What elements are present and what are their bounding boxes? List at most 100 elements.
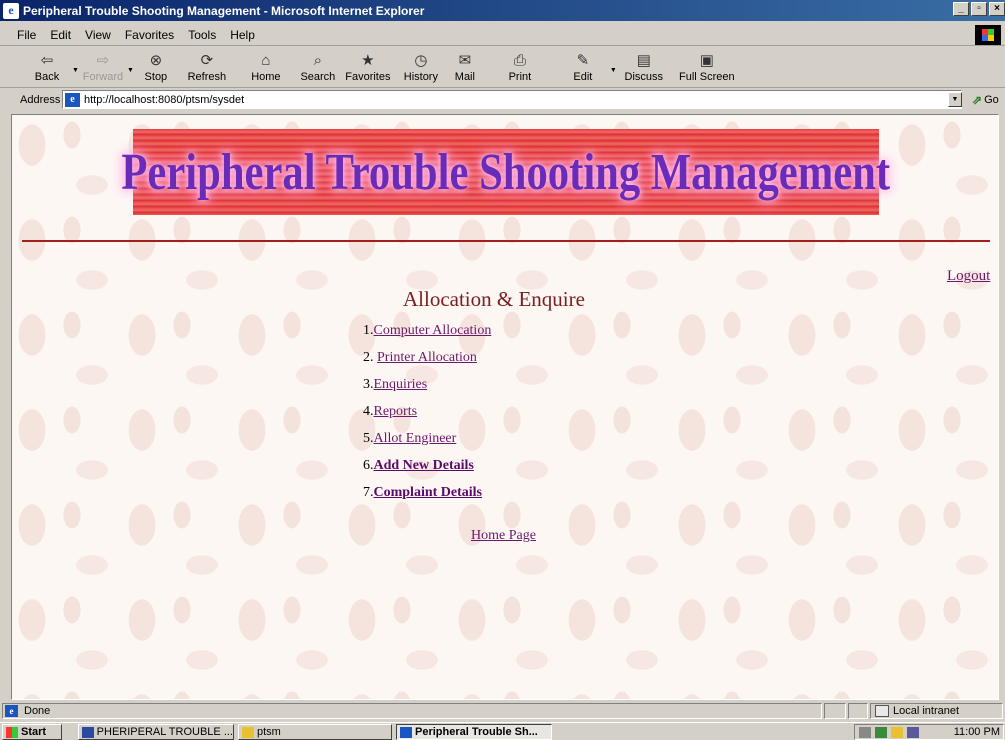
taskbar-item-word[interactable]: PHERIPERAL TROUBLE ... xyxy=(78,724,234,740)
menu-help[interactable]: Help xyxy=(223,28,262,42)
toolbar-button-label: Forward xyxy=(82,71,124,83)
vertical-scrollbar[interactable] xyxy=(999,114,1005,700)
menu-list-item: 6.Add New Details xyxy=(363,458,491,485)
windows-flag-icon xyxy=(6,726,18,738)
toolbar-button-label: Edit xyxy=(573,71,593,83)
back-arrow-icon: ⇦ xyxy=(40,52,54,69)
logout-link[interactable]: Logout xyxy=(947,268,990,285)
menu-link-printer-allocation[interactable]: Printer Allocation xyxy=(377,350,477,365)
menu-list-item: 7.Complaint Details xyxy=(363,485,491,512)
go-label: Go xyxy=(984,94,999,106)
menu-list-item: 1.Computer Allocation xyxy=(363,323,491,350)
go-button[interactable]: ⇗ Go xyxy=(972,93,999,107)
address-input[interactable]: e http://localhost:8080/ptsm/sysdet xyxy=(62,90,962,109)
discuss-icon: ▤ xyxy=(636,52,651,69)
toolbar-history-button[interactable]: ◷ History xyxy=(396,49,446,87)
taskbar-item-browser[interactable]: Peripheral Trouble Sh... xyxy=(396,724,552,740)
toolbar-forward-button[interactable]: ⇨ Forward xyxy=(79,49,127,87)
edit-icon: ✎ xyxy=(576,52,590,69)
toolbar-button-label: Discuss xyxy=(624,71,664,83)
menu-item-number: 7. xyxy=(363,485,374,500)
toolbar-edit-button[interactable]: ✎ Edit xyxy=(556,49,610,87)
banner-title: Peripheral Trouble Shooting Management xyxy=(121,143,891,201)
toolbar-button-label: Stop xyxy=(144,71,168,83)
toolbar-search-button[interactable]: ⌕ Search xyxy=(296,49,340,87)
banner: Peripheral Trouble Shooting Management xyxy=(122,129,890,215)
toolbar-discuss-button[interactable]: ▤ Discuss xyxy=(617,49,671,87)
status-cell xyxy=(848,703,868,719)
toolbar-stop-button[interactable]: ⊗ Stop xyxy=(134,49,178,87)
status-page-icon: e xyxy=(5,705,18,717)
tray-app-icon[interactable] xyxy=(907,726,919,738)
menu-item-number: 3. xyxy=(363,377,374,392)
toolbar-button-label: Full Screen xyxy=(678,71,735,83)
menu-bar: File Edit View Favorites Tools Help xyxy=(0,24,1005,46)
menu-list: 1.Computer Allocation 2. Printer Allocati… xyxy=(363,323,491,512)
menu-link-add-new-details[interactable]: Add New Details xyxy=(374,458,474,473)
warning-icon[interactable] xyxy=(891,726,903,738)
menu-link-reports[interactable]: Reports xyxy=(374,404,418,419)
menu-edit[interactable]: Edit xyxy=(43,28,78,42)
toolbar-full-screen-button[interactable]: ▣ Full Screen xyxy=(671,49,743,87)
window-title: Peripheral Trouble Shooting Management -… xyxy=(23,3,425,18)
menu-favorites[interactable]: Favorites xyxy=(118,28,181,42)
network-icon[interactable] xyxy=(875,726,887,738)
menu-file[interactable]: File xyxy=(10,28,43,42)
system-tray: 11:00 PM xyxy=(854,724,1004,740)
menu-list-item: 5.Allot Engineer xyxy=(363,431,491,458)
toolbar-button-label: Print xyxy=(508,71,532,83)
menu-link-enquiries[interactable]: Enquiries xyxy=(374,377,428,392)
window-titlebar[interactable]: e Peripheral Trouble Shooting Management… xyxy=(0,0,1005,21)
menu-list-item: 3.Enquiries xyxy=(363,377,491,404)
toolbar-button-label: Search xyxy=(300,71,336,83)
toolbar-button-label: Home xyxy=(251,71,281,83)
zone-label: Local intranet xyxy=(893,705,960,717)
menu-view[interactable]: View xyxy=(78,28,118,42)
start-button[interactable]: Start xyxy=(2,724,62,740)
ie-icon xyxy=(400,726,412,738)
menu-link-computer-allocation[interactable]: Computer Allocation xyxy=(374,323,492,338)
menu-item-number: 6. xyxy=(363,458,374,473)
status-cell xyxy=(824,703,846,719)
menu-item-number: 4. xyxy=(363,404,374,419)
maximize-button[interactable]: ▫ xyxy=(971,2,987,16)
toolbar-button-label: Favorites xyxy=(345,71,391,83)
toolbar-favorites-button[interactable]: ★ Favorites xyxy=(340,49,396,87)
toolbar-mail-button[interactable]: ✉ Mail xyxy=(446,49,484,87)
menu-item-number: 5. xyxy=(363,431,374,446)
taskbar-item-label: PHERIPERAL TROUBLE ... xyxy=(96,726,233,738)
toolbar-dropdown-arrow-icon[interactable]: ▼ xyxy=(72,67,79,74)
menu-list-item: 2. Printer Allocation xyxy=(363,350,491,377)
clock: 11:00 PM xyxy=(953,726,1000,738)
local-intranet-icon xyxy=(875,705,889,717)
toolbar-dropdown-arrow-icon[interactable]: ▼ xyxy=(610,67,617,74)
taskbar-item-label: Peripheral Trouble Sh... xyxy=(415,726,538,738)
minimize-button[interactable]: _ xyxy=(953,2,969,16)
menu-tools[interactable]: Tools xyxy=(181,28,223,42)
menu-link-allot-engineer[interactable]: Allot Engineer xyxy=(374,431,457,446)
toolbar-dropdown-arrow-icon[interactable]: ▼ xyxy=(127,67,134,74)
toolbar-refresh-button[interactable]: ⟳ Refresh xyxy=(178,49,236,87)
window-controls: _ ▫ × xyxy=(953,2,1005,16)
close-button[interactable]: × xyxy=(989,2,1005,16)
refresh-icon: ⟳ xyxy=(200,52,214,69)
address-dropdown-button[interactable]: ▼ xyxy=(948,92,962,107)
page-content: Peripheral Trouble Shooting Management L… xyxy=(11,114,999,700)
toolbar-button-label: Refresh xyxy=(187,71,227,83)
home-page-link[interactable]: Home Page xyxy=(471,528,536,544)
toolbar-back-button[interactable]: ⇦ Back xyxy=(22,49,72,87)
taskbar-item-folder[interactable]: ptsm xyxy=(238,724,392,740)
taskbar: Start PHERIPERAL TROUBLE ... ptsm Periph… xyxy=(0,722,1005,740)
menu-link-complaint-details[interactable]: Complaint Details xyxy=(374,485,483,500)
page-icon: e xyxy=(65,92,80,107)
windows-logo-icon xyxy=(975,25,1001,45)
toolbar-home-button[interactable]: ⌂ Home xyxy=(236,49,296,87)
ie-icon: e xyxy=(3,2,19,19)
mail-icon: ✉ xyxy=(458,52,472,69)
speaker-icon[interactable] xyxy=(859,726,871,738)
toolbar: ⇦ Back ▼ ⇨ Forward ▼ ⊗ Stop ⟳ Refresh ⌂ Home ⌕ Search… xyxy=(0,48,1005,88)
status-text: Done xyxy=(24,705,51,717)
history-icon: ◷ xyxy=(414,52,428,69)
stop-icon: ⊗ xyxy=(149,52,163,69)
toolbar-print-button[interactable]: ⎙ Print xyxy=(484,49,556,87)
